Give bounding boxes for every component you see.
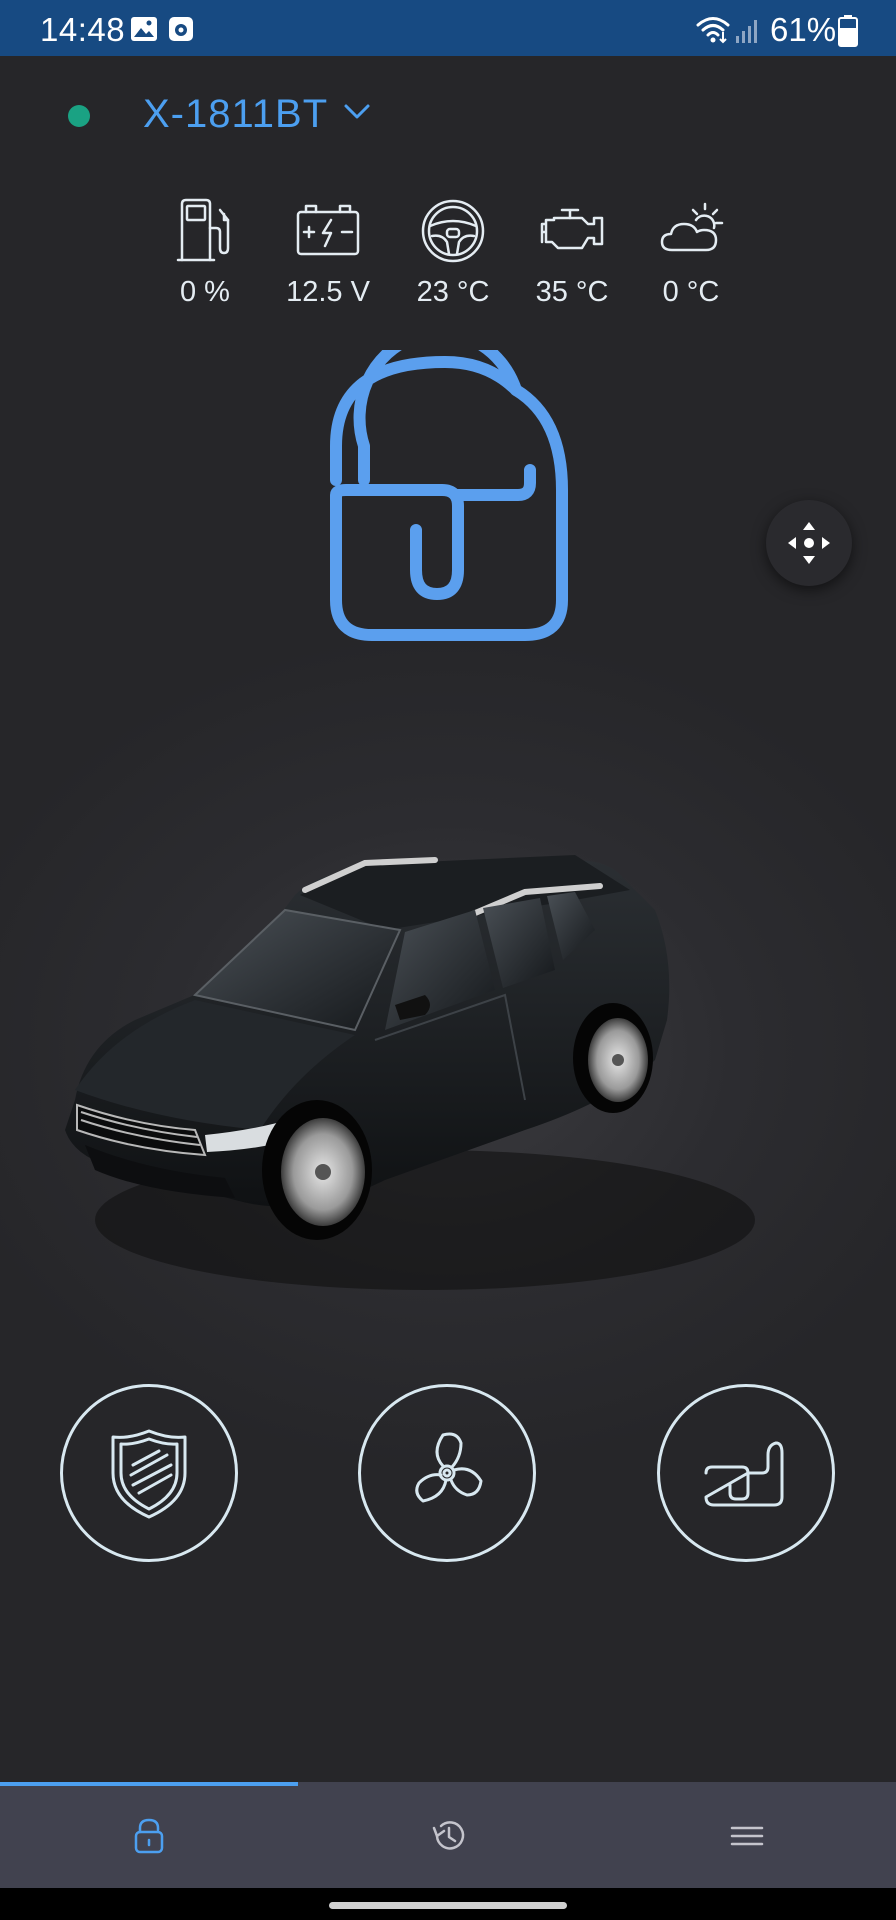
chevron-down-icon[interactable] [342, 102, 372, 127]
tab-history[interactable] [298, 1786, 596, 1888]
app-notification-icon [168, 16, 194, 47]
status-time: 14:48 [40, 11, 126, 48]
unlocked-lock-button[interactable] [310, 326, 590, 650]
fuel-indicator: 0 % [145, 198, 265, 309]
outside-temperature-value: 0 °C [662, 276, 720, 308]
bottom-navigation [0, 1782, 896, 1888]
lock-icon [134, 1818, 164, 1854]
battery-voltage-indicator: 12.5 V [268, 198, 388, 309]
app-screen: 14:48 61% X-1811BT 0 % 12.5 V 23 °C 35 °… [0, 0, 896, 1920]
weather-icon [631, 198, 751, 264]
gallery-notification-icon [130, 16, 158, 47]
device-selector[interactable]: X-1811BT [143, 92, 328, 137]
security-mode-button[interactable] [60, 1384, 238, 1562]
ventilation-button[interactable] [358, 1384, 536, 1562]
wifi-icon [696, 14, 730, 49]
unlocked-padlock-icon [330, 326, 568, 641]
battery-percentage: 61% [770, 11, 837, 48]
seat-heating-button[interactable] [657, 1384, 835, 1562]
move-arrows-icon [788, 522, 830, 564]
tab-menu[interactable] [596, 1786, 894, 1888]
engine-temperature-value: 35 °C [535, 276, 609, 308]
shield-icon [111, 1429, 187, 1519]
car-battery-icon [268, 198, 388, 264]
cabin-temperature-indicator: 23 °C [393, 198, 513, 309]
battery-voltage-value: 12.5 V [286, 276, 370, 308]
fuel-value: 0 % [180, 276, 230, 308]
engine-temperature-indicator: 35 °C [512, 198, 632, 309]
status-bar: 14:48 61% [0, 0, 896, 56]
fuel-icon [145, 198, 265, 264]
steering-wheel-icon [393, 198, 513, 264]
battery-icon [838, 15, 858, 52]
cell-signal-icon [734, 16, 762, 49]
move-arrows-button[interactable] [766, 500, 852, 586]
history-icon [432, 1821, 465, 1850]
home-handle[interactable] [329, 1902, 567, 1909]
fan-icon [415, 1432, 483, 1503]
car-image [55, 800, 775, 1300]
car-seat-icon [704, 1441, 784, 1507]
tab-lock[interactable] [0, 1786, 298, 1888]
cabin-temperature-value: 23 °C [416, 276, 490, 308]
outside-temperature-indicator: 0 °C [631, 198, 751, 309]
engine-icon [512, 198, 632, 264]
system-gesture-bar [0, 1888, 896, 1920]
connection-status-dot [68, 105, 90, 127]
menu-icon [730, 1826, 764, 1846]
